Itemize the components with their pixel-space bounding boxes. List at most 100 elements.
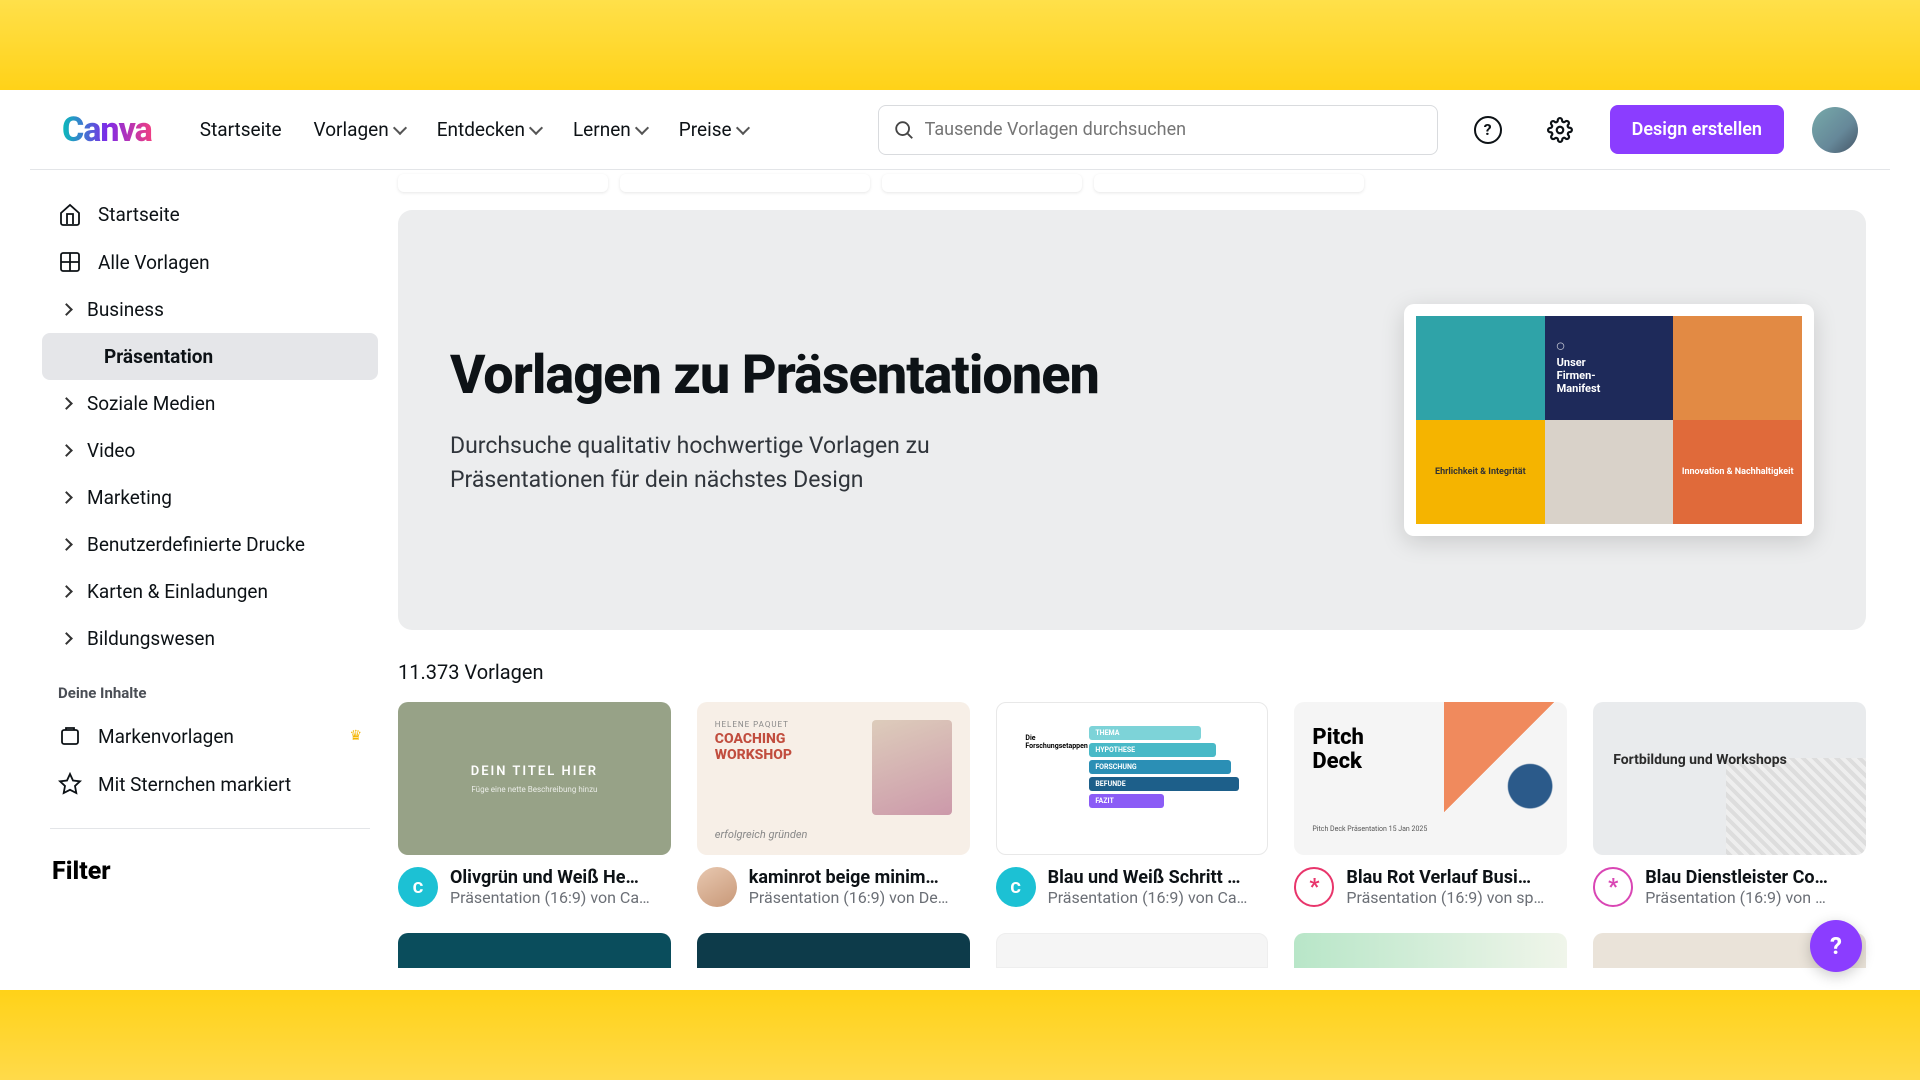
thumb-decoration xyxy=(1444,702,1567,855)
template-subtitle: Präsentation (16:9) von sp… xyxy=(1346,888,1544,907)
card-meta: kaminrot beige minim… Präsentation (16:9… xyxy=(697,867,970,907)
chevron-down-icon xyxy=(393,120,407,134)
chevron-right-icon xyxy=(60,585,73,598)
sidebar-label: Alle Vorlagen xyxy=(98,251,210,274)
letterbox-bottom xyxy=(0,990,1920,1080)
sidebar-item-brand-templates[interactable]: Markenvorlagen ♛ xyxy=(42,712,378,760)
template-card[interactable]: Die Forschungsetappen THEMA HYPOTHESE FO… xyxy=(996,702,1269,907)
chevron-right-icon xyxy=(60,491,73,504)
chevron-down-icon xyxy=(736,120,750,134)
header: Canva Startseite Vorlagen Entdecken Lern… xyxy=(30,90,1890,170)
app-window: Canva Startseite Vorlagen Entdecken Lern… xyxy=(30,90,1890,990)
thumb-tag: HELENE PAQUET xyxy=(715,720,789,729)
crown-icon: ♛ xyxy=(349,728,362,744)
nav-label: Preise xyxy=(679,118,732,141)
sidebar-label: Markenvorlagen xyxy=(98,725,333,748)
category-chip[interactable] xyxy=(882,174,1082,192)
nav-discover[interactable]: Entdecken xyxy=(437,118,541,141)
template-card[interactable]: HELENE PAQUET COACHING WORKSHOP erfolgre… xyxy=(697,702,970,907)
thumb-chart-title: Die Forschungsetappen xyxy=(1025,726,1089,831)
template-card[interactable]: DEIN TITEL HIER Füge eine nette Beschrei… xyxy=(398,702,671,907)
template-thumbnail[interactable] xyxy=(996,933,1269,967)
template-card[interactable]: Pitch Deck Pitch Deck Präsentation 15 Ja… xyxy=(1294,702,1567,907)
sidebar-item-starred[interactable]: Mit Sternchen markiert xyxy=(42,760,378,808)
step-label: FAZIT xyxy=(1089,794,1164,808)
template-subtitle: Präsentation (16:9) von Ca… xyxy=(1048,888,1248,907)
sidebar-item-education[interactable]: Bildungswesen xyxy=(42,615,378,662)
author-avatar: * xyxy=(1593,867,1633,907)
template-thumbnail[interactable] xyxy=(697,933,970,967)
help-fab[interactable]: ? xyxy=(1810,920,1862,972)
sidebar-label: Startseite xyxy=(98,203,180,226)
nav-templates[interactable]: Vorlagen xyxy=(314,118,405,141)
thumb-mock xyxy=(1726,758,1866,855)
category-chips-row xyxy=(398,170,1866,202)
preview-cell xyxy=(1416,316,1545,420)
user-avatar[interactable] xyxy=(1812,107,1858,153)
category-chip[interactable] xyxy=(620,174,870,192)
preview-cell: Ehrlichkeit & Integrität xyxy=(1416,420,1545,524)
template-title: Blau Dienstleister Co… xyxy=(1645,867,1828,888)
help-button[interactable]: ? xyxy=(1466,108,1510,152)
sidebar-label: Karten & Einladungen xyxy=(87,580,268,603)
sidebar-item-video[interactable]: Video xyxy=(42,427,378,474)
results-count: 11.373 Vorlagen xyxy=(398,660,1866,684)
thumb-heading: COACHING xyxy=(715,731,786,747)
author-avatar: C xyxy=(996,867,1036,907)
nav-label: Entdecken xyxy=(437,118,525,141)
step-label: HYPOTHESE xyxy=(1089,743,1216,757)
card-meta: C Blau und Weiß Schritt … Präsentation (… xyxy=(996,867,1269,907)
nav-learn[interactable]: Lernen xyxy=(573,118,647,141)
logo[interactable]: Canva xyxy=(62,110,152,150)
thumb-steps: THEMA HYPOTHESE FORSCHUNG BEFUNDE FAZIT xyxy=(1089,726,1238,831)
chevron-down-icon xyxy=(635,120,649,134)
thumb-heading: WORKSHOP xyxy=(715,747,792,763)
template-card[interactable]: Fortbildung und Workshops * Blau Dienstl… xyxy=(1593,702,1866,907)
main-content: Vorlagen zu Präsentationen Durchsuche qu… xyxy=(390,170,1890,990)
create-design-button[interactable]: Design erstellen xyxy=(1610,105,1784,154)
thumb-signature: erfolgreich gründen xyxy=(715,828,808,841)
sidebar-label: Mit Sternchen markiert xyxy=(98,773,291,796)
gear-icon xyxy=(1547,117,1573,143)
category-chip[interactable] xyxy=(1094,174,1364,192)
star-icon xyxy=(58,772,82,796)
thumb-title: DEIN TITEL HIER xyxy=(471,764,598,779)
preview-cell xyxy=(1545,420,1674,524)
sidebar-item-custom-prints[interactable]: Benutzerdefinierte Drucke xyxy=(42,521,378,568)
sidebar-item-cards[interactable]: Karten & Einladungen xyxy=(42,568,378,615)
sidebar-item-all-templates[interactable]: Alle Vorlagen xyxy=(42,238,378,286)
template-subtitle: Präsentation (16:9) von … xyxy=(1645,888,1828,907)
sidebar-item-presentation[interactable]: Präsentation xyxy=(42,333,378,380)
help-icon: ? xyxy=(1474,116,1502,144)
sidebar-item-business[interactable]: Business xyxy=(42,286,378,333)
thumb-title: Fortbildung und Workshops xyxy=(1613,752,1787,769)
thumb-subtitle: Füge eine nette Beschreibung hinzu xyxy=(471,785,597,794)
chevron-right-icon xyxy=(60,538,73,551)
sidebar-label: Soziale Medien xyxy=(87,392,215,415)
filter-heading: Filter xyxy=(42,849,378,894)
template-subtitle: Präsentation (16:9) von Ca… xyxy=(450,888,650,907)
divider xyxy=(50,828,370,829)
template-thumbnail: HELENE PAQUET COACHING WORKSHOP erfolgre… xyxy=(697,702,970,855)
search-input[interactable] xyxy=(925,119,1423,140)
sidebar-item-home[interactable]: Startseite xyxy=(42,190,378,238)
template-subtitle: Präsentation (16:9) von De… xyxy=(749,888,949,907)
nav-home[interactable]: Startseite xyxy=(200,118,282,141)
settings-button[interactable] xyxy=(1538,108,1582,152)
author-avatar: C xyxy=(398,867,438,907)
template-thumbnail: Pitch Deck Pitch Deck Präsentation 15 Ja… xyxy=(1294,702,1567,855)
category-chip[interactable] xyxy=(398,174,608,192)
hero-description: Durchsuche qualitativ hochwertige Vorlag… xyxy=(450,429,930,496)
template-thumbnail[interactable] xyxy=(1294,933,1567,967)
template-title: Olivgrün und Weiß He… xyxy=(450,867,650,888)
nav-pricing[interactable]: Preise xyxy=(679,118,748,141)
sidebar-item-marketing[interactable]: Marketing xyxy=(42,474,378,521)
step-label: BEFUNDE xyxy=(1089,777,1238,791)
template-thumbnail: Fortbildung und Workshops xyxy=(1593,702,1866,855)
search-bar[interactable] xyxy=(878,105,1438,155)
card-meta: * Blau Dienstleister Co… Präsentation (1… xyxy=(1593,867,1866,907)
letterbox-top xyxy=(0,0,1920,90)
template-thumbnail: Die Forschungsetappen THEMA HYPOTHESE FO… xyxy=(996,702,1269,855)
template-thumbnail[interactable] xyxy=(398,933,671,967)
sidebar-item-social[interactable]: Soziale Medien xyxy=(42,380,378,427)
